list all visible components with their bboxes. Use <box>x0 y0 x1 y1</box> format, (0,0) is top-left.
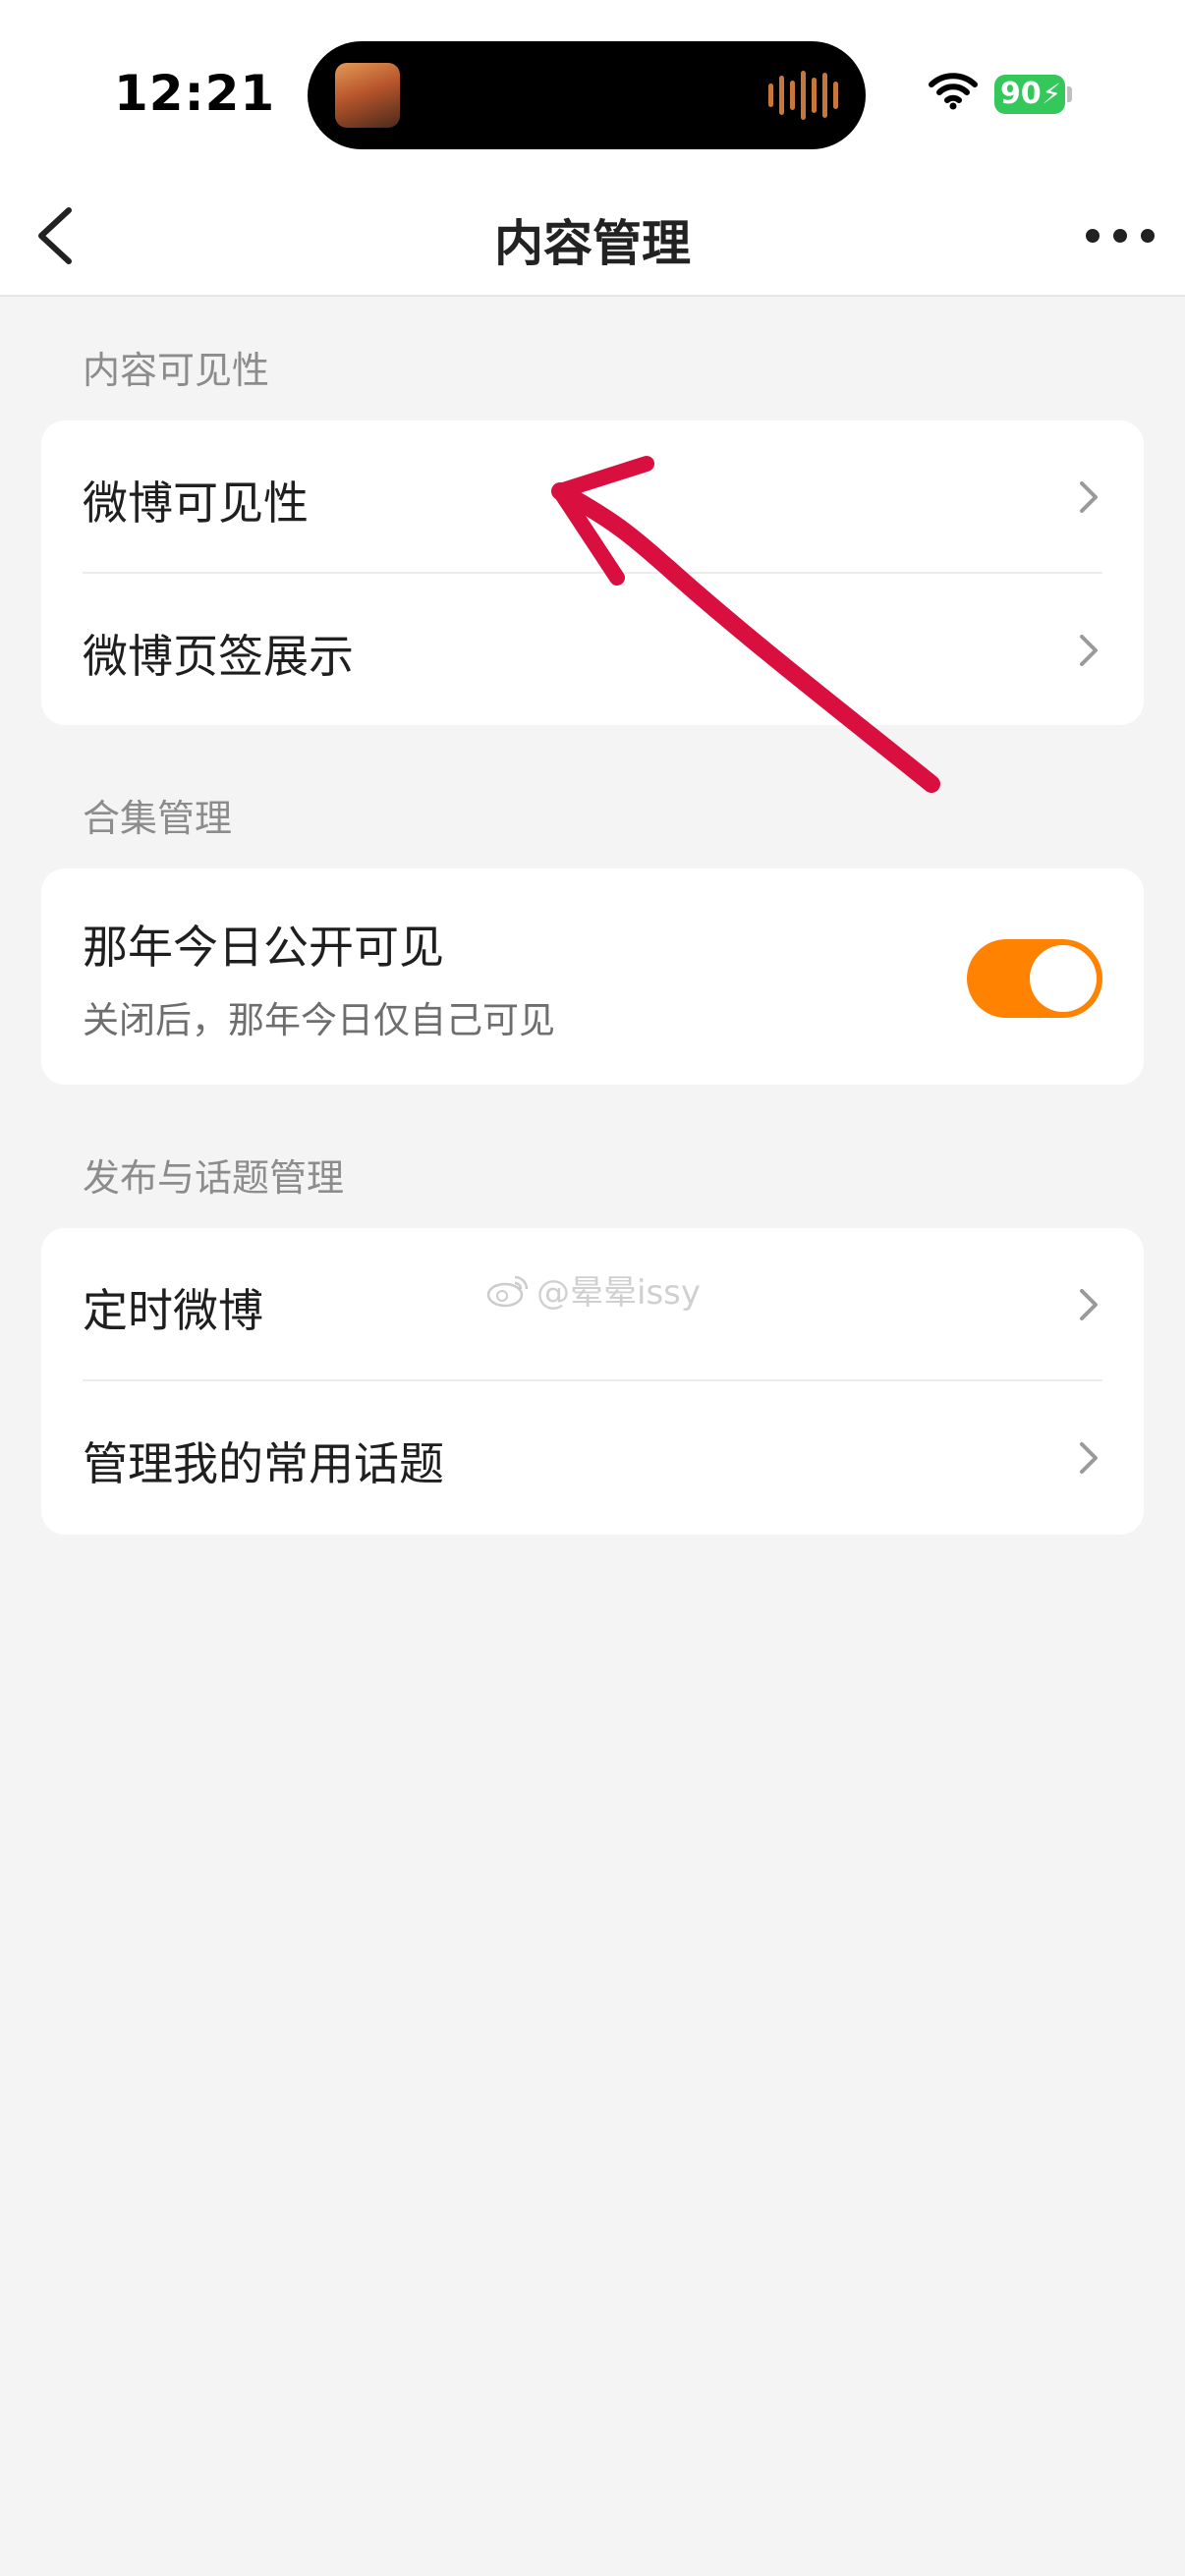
weibo-tab-display-label: 微博页签展示 <box>83 630 354 683</box>
watermark-text: @晕晕issy <box>536 1273 701 1313</box>
collection-card: 那年今日公开可见 关闭后，那年今日仅自己可见 <box>41 868 1144 1085</box>
battery-icon: 90 ⚡ <box>994 75 1065 114</box>
charging-bolt-icon: ⚡ <box>1042 78 1061 110</box>
battery-nub <box>1067 86 1072 102</box>
chevron-right-icon <box>1080 1442 1098 1474</box>
manage-topics-row[interactable]: 管理我的常用话题 <box>41 1381 1144 1535</box>
toggle-knob <box>1030 945 1097 1012</box>
red-arrow-annotation <box>551 456 940 793</box>
status-bar: 12:21 90 ⚡ <box>0 0 1185 177</box>
scheduled-weibo-label: 定时微博 <box>83 1284 263 1337</box>
battery-level: 90 <box>1000 77 1042 111</box>
music-artwork-icon <box>335 63 400 128</box>
memories-public-subtitle: 关闭后，那年今日仅自己可见 <box>83 999 555 1041</box>
watermark: @晕晕issy <box>485 1265 701 1314</box>
section-header-visibility: 内容可见性 <box>83 349 270 392</box>
memories-public-toggle[interactable] <box>967 939 1102 1018</box>
audio-waveform-icon <box>768 71 838 120</box>
chevron-right-icon <box>1080 635 1098 666</box>
nav-bar: 内容管理 <box>0 177 1185 297</box>
section-header-collection: 合集管理 <box>83 797 233 840</box>
page-title: 内容管理 <box>494 215 691 272</box>
weibo-visibility-label: 微博可见性 <box>83 476 309 530</box>
dynamic-island[interactable] <box>308 41 866 149</box>
chevron-right-icon <box>1080 481 1098 513</box>
status-time: 12:21 <box>114 65 276 122</box>
chevron-right-icon <box>1080 1289 1098 1320</box>
manage-topics-label: 管理我的常用话题 <box>83 1437 444 1490</box>
memories-public-title: 那年今日公开可见 <box>83 921 444 974</box>
section-header-publish: 发布与话题管理 <box>83 1156 345 1200</box>
wifi-icon <box>929 73 978 110</box>
more-button[interactable] <box>1083 216 1157 255</box>
weibo-logo-icon <box>486 1275 529 1307</box>
